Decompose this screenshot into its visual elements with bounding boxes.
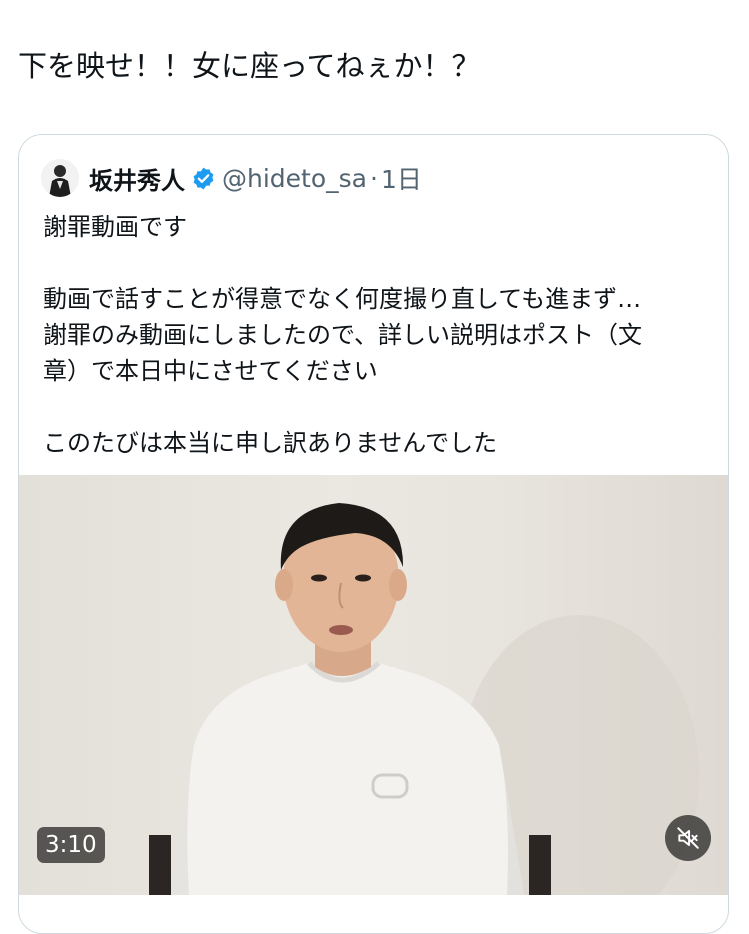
- quoted-text-line: 動画で話すことが得意でなく何度撮り直しても進まず…: [43, 285, 642, 313]
- quoted-post-card[interactable]: 坂井秀人 @hideto_sa · 1日 謝罪動画です 動画で話すことが得意でな…: [18, 134, 729, 934]
- mute-toggle-button[interactable]: [665, 815, 711, 861]
- author-handle[interactable]: @hideto_sa: [222, 164, 367, 193]
- video-duration-badge: 3:10: [37, 827, 105, 863]
- separator-dot: ·: [369, 163, 378, 193]
- quoted-text-line: 章）で本日中にさせてください: [43, 357, 378, 385]
- quoted-text-line: このたびは本当に申し訳ありませんでした: [43, 429, 498, 457]
- author-name[interactable]: 坂井秀人: [89, 161, 185, 196]
- quoted-post-header: 坂井秀人 @hideto_sa · 1日: [41, 157, 422, 199]
- quoted-text-line: 謝罪動画です: [43, 213, 187, 241]
- post-text: 下を映せ！！女に座ってねぇか！？: [18, 49, 481, 83]
- quoted-text-line: 謝罪のみ動画にしましたので、詳しい説明はポスト（文: [43, 321, 643, 349]
- video-player[interactable]: 3:10: [19, 475, 728, 895]
- verified-badge-icon: [191, 166, 216, 191]
- post-time[interactable]: 1日: [381, 160, 422, 196]
- quoted-post-body: 謝罪動画です 動画で話すことが得意でなく何度撮り直しても進まず… 謝罪のみ動画に…: [43, 209, 713, 461]
- video-thumbnail-figure: [149, 503, 699, 895]
- avatar[interactable]: [41, 159, 79, 197]
- speaker-muted-icon: [677, 827, 699, 849]
